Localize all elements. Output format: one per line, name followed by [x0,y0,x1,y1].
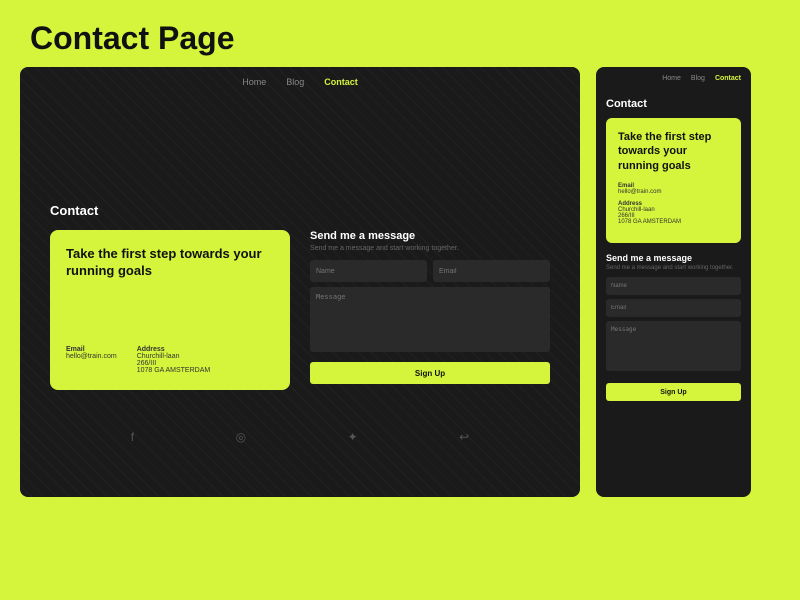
mobile-email-input[interactable] [606,299,741,317]
mobile-form-section: Send me a message Send me a message and … [606,253,741,402]
mobile-contact-heading: Contact [606,98,741,110]
desktop-two-col: Take the first step towards your running… [50,230,550,390]
desktop-email-label: Email [66,346,117,353]
mobile-form-title: Send me a message [606,253,741,263]
desktop-message-input[interactable] [310,287,550,352]
mobile-email-value: hello@train.com [618,189,729,195]
mobile-address-value: Churchill-laan266/III1078 GA AMSTERDAM [618,207,729,225]
footer-instagram-icon[interactable]: ◎ [236,430,246,444]
desktop-card-info: Email hello@train.com Address Churchill-… [66,346,274,374]
footer-other-icon[interactable]: ↩ [459,430,469,444]
mobile-nav: Home Blog Contact [596,67,751,90]
desktop-nav-home[interactable]: Home [242,77,266,87]
desktop-contact-heading: Contact [50,203,550,218]
desktop-footer: f ◎ ✦ ↩ [20,416,580,458]
mobile-info-card: Take the first step towards your running… [606,118,741,243]
desktop-hero [20,97,580,187]
mobile-form-subtitle: Send me a message and start working toge… [606,265,741,271]
desktop-card-title: Take the first step towards your running… [66,246,274,280]
mobile-message-input[interactable] [606,321,741,371]
mobile-nav-contact[interactable]: Contact [715,75,741,82]
desktop-address-block: Address Churchill-laan266/III1078 GA AMS… [137,346,211,374]
desktop-form-section: Send me a message Send me a message and … [310,230,550,390]
desktop-submit-button[interactable]: Sign Up [310,362,550,384]
desktop-form-subtitle: Send me a message and start working toge… [310,245,550,252]
desktop-form-title: Send me a message [310,230,550,242]
desktop-email-value: hello@train.com [66,353,117,360]
mobile-mockup: Home Blog Contact Contact Take the first… [596,67,751,497]
desktop-nav-contact[interactable]: Contact [324,77,358,87]
mobile-email-block: Email hello@train.com [618,183,729,195]
desktop-nav: Home Blog Contact [20,67,580,97]
mobile-card-title: Take the first step towards your running… [618,130,729,173]
page-title: Contact Page [0,0,800,67]
desktop-nav-blog[interactable]: Blog [286,77,304,87]
desktop-mockup: Home Blog Contact Contact Take the first… [20,67,580,497]
desktop-info-card: Take the first step towards your running… [50,230,290,390]
desktop-email-input[interactable] [433,260,550,282]
footer-twitter-icon[interactable]: ✦ [348,430,358,444]
desktop-name-input[interactable] [310,260,427,282]
desktop-address-label: Address [137,346,211,353]
mobile-name-input[interactable] [606,277,741,295]
mobile-main-content: Contact Take the first step towards your… [596,90,751,409]
mobile-submit-button[interactable]: Sign Up [606,383,741,401]
mockups-container: Home Blog Contact Contact Take the first… [0,67,800,497]
footer-facebook-icon[interactable]: f [131,430,134,444]
mobile-address-block: Address Churchill-laan266/III1078 GA AMS… [618,201,729,225]
desktop-address-value: Churchill-laan266/III1078 GA AMSTERDAM [137,353,211,374]
mobile-nav-blog[interactable]: Blog [691,75,705,82]
mobile-nav-home[interactable]: Home [662,75,681,82]
desktop-email-block: Email hello@train.com [66,346,117,374]
desktop-form-name-email-row [310,260,550,282]
desktop-main-content: Contact Take the first step towards your… [20,187,580,406]
